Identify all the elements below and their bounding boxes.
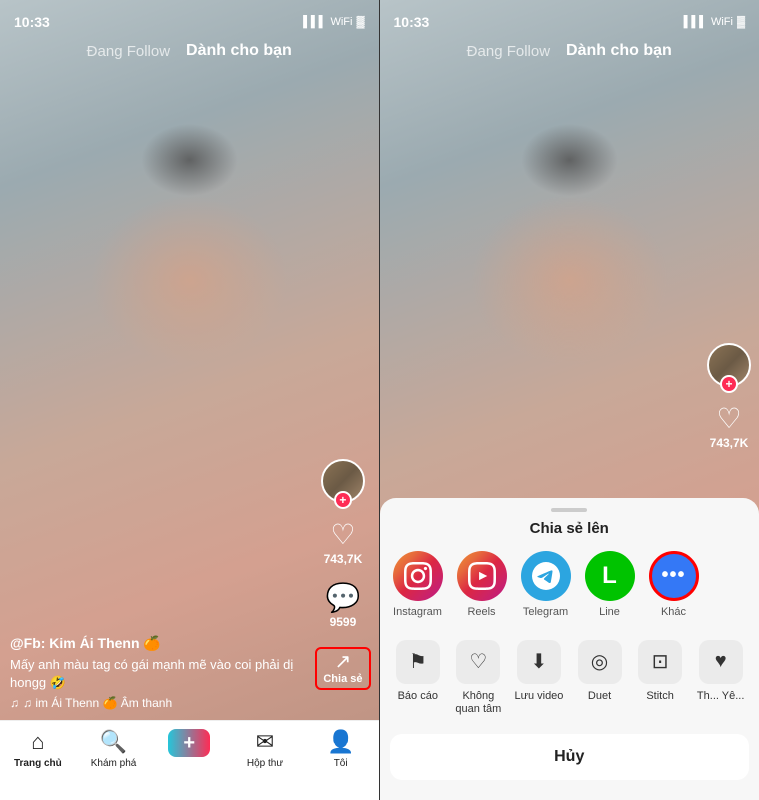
right-phone: 10:33 ▌▌▌ WiFi ▓ Đang Follow Dành cho bạ… <box>380 0 759 800</box>
report-icon: ⚑ <box>396 640 440 684</box>
telegram-icon <box>521 551 571 601</box>
status-bar-right: 10:33 ▌▌▌ WiFi ▓ <box>380 0 759 36</box>
follow-plus-badge: + <box>334 491 352 509</box>
like-button-right[interactable]: ♡ 743,7K <box>710 405 749 450</box>
share-app-instagram[interactable]: Instagram <box>390 551 446 618</box>
stitch-icon: ⊡ <box>638 640 682 684</box>
cancel-button[interactable]: Hủy <box>390 734 750 780</box>
save-icon: ⬇ <box>517 640 561 684</box>
line-icon: L <box>585 551 635 601</box>
inbox-label: Hộp thư <box>247 758 283 769</box>
action-not-interested[interactable]: ♡ Không quan tâm <box>448 632 509 724</box>
right-sidebar: + ♡ 743,7K 💬 9599 ↗ Chia sẻ <box>315 459 370 690</box>
instagram-icon <box>393 551 443 601</box>
favorite-icon: ♥ <box>699 640 743 684</box>
action-save[interactable]: ⬇ Lưu video <box>509 632 570 724</box>
status-time-right: 10:33 <box>394 14 430 30</box>
battery-icon-right: ▓ <box>737 16 745 28</box>
instagram-label: Instagram <box>393 606 442 618</box>
share-label: Chia sẻ <box>323 673 362 685</box>
like-button[interactable]: ♡ 743,7K <box>324 521 363 566</box>
not-interested-label: Không quan tâm <box>452 690 505 716</box>
nav-tab-profile[interactable]: 👤 Tôi <box>303 729 379 769</box>
share-app-khac[interactable]: ••• Khác <box>646 551 702 618</box>
status-icons: ▌▌▌ WiFi ▓ <box>303 16 364 28</box>
action-favorite[interactable]: ♥ Th... Yê... <box>690 632 751 724</box>
creator-avatar-wrap[interactable]: + <box>321 459 365 503</box>
line-label: Line <box>599 606 620 618</box>
nav-for-you-right[interactable]: Dành cho bạn <box>566 42 672 60</box>
telegram-label: Telegram <box>523 606 568 618</box>
share-app-reels[interactable]: Reels <box>454 551 510 618</box>
music-icon: ♫ <box>10 696 19 710</box>
sound-name[interactable]: ♫ im Ái Thenn 🍊 Âm thanh <box>23 696 172 710</box>
reels-label: Reels <box>467 606 495 618</box>
top-nav-right: Đang Follow Dành cho bạn <box>380 36 759 66</box>
save-label: Lưu video <box>514 690 563 703</box>
sheet-title: Chia sẻ lên <box>380 520 759 537</box>
caption: Mấy anh màu tag có gái mạnh mẽ vào coi p… <box>10 656 319 692</box>
nav-tab-explore[interactable]: 🔍 Khám phá <box>76 729 152 769</box>
sheet-actions: ⚑ Báo cáo ♡ Không quan tâm ⬇ Lưu video ◎… <box>380 632 759 724</box>
top-nav: Đang Follow Dành cho bạn <box>0 36 379 66</box>
explore-icon: 🔍 <box>100 729 127 755</box>
battery-icon: ▓ <box>356 16 364 28</box>
creator-avatar-wrap-right[interactable]: + <box>707 343 751 387</box>
like-count-right: 743,7K <box>710 436 749 450</box>
share-apps-row: Instagram Reels Telegram L Line <box>380 551 759 618</box>
left-phone: 10:33 ▌▌▌ WiFi ▓ Đang Follow Dành cho bạ… <box>0 0 380 800</box>
duet-icon: ◎ <box>578 640 622 684</box>
action-report[interactable]: ⚑ Báo cáo <box>388 632 449 724</box>
video-info: @Fb: Kim Ái Thenn 🍊 Mấy anh màu tag có g… <box>10 635 319 710</box>
report-label: Báo cáo <box>398 690 438 703</box>
explore-label: Khám phá <box>91 758 137 769</box>
right-sidebar-right: + ♡ 743,7K <box>707 343 751 450</box>
status-time: 10:33 <box>14 14 50 30</box>
comment-icon: 💬 <box>325 584 360 612</box>
sheet-handle <box>551 508 587 512</box>
nav-tab-inbox[interactable]: ✉ Hộp thư <box>227 729 303 769</box>
create-icon: + <box>168 729 210 757</box>
sound-row: ♫ ♫ im Ái Thenn 🍊 Âm thanh <box>10 696 319 710</box>
signal-icon-right: ▌▌▌ <box>684 16 707 28</box>
nav-tab-home[interactable]: ⌂ Trang chủ <box>0 729 76 769</box>
khac-icon: ••• <box>649 551 699 601</box>
share-sheet: Chia sẻ lên Instagram Reels Telegram <box>380 498 759 800</box>
nav-for-you[interactable]: Dành cho bạn <box>186 42 292 60</box>
duet-label: Duet <box>588 690 611 703</box>
action-duet[interactable]: ◎ Duet <box>569 632 630 724</box>
follow-plus-badge-right: + <box>720 375 738 393</box>
share-icon: ↗ <box>335 652 352 672</box>
profile-label: Tôi <box>334 758 348 769</box>
nav-tab-create[interactable]: + <box>151 729 227 757</box>
username: @Fb: Kim Ái Thenn 🍊 <box>10 635 319 652</box>
share-app-telegram[interactable]: Telegram <box>518 551 574 618</box>
bottom-nav: ⌂ Trang chủ 🔍 Khám phá + ✉ Hộp thư 👤 Tôi <box>0 720 379 800</box>
share-app-line[interactable]: L Line <box>582 551 638 618</box>
signal-icon: ▌▌▌ <box>303 16 326 28</box>
profile-icon: 👤 <box>327 729 354 755</box>
favorite-label: Th... Yê... <box>697 690 745 703</box>
nav-following-right[interactable]: Đang Follow <box>467 43 550 60</box>
like-count: 743,7K <box>324 552 363 566</box>
status-bar: 10:33 ▌▌▌ WiFi ▓ <box>0 0 379 36</box>
heart-icon-right: ♡ <box>716 405 741 433</box>
inbox-icon: ✉ <box>256 729 274 755</box>
reels-icon <box>457 551 507 601</box>
share-button[interactable]: ↗ Chia sẻ <box>315 647 370 690</box>
comment-button[interactable]: 💬 9599 <box>325 584 360 629</box>
action-stitch[interactable]: ⊡ Stitch <box>630 632 691 724</box>
wifi-icon-right: WiFi <box>711 16 733 28</box>
heart-icon: ♡ <box>330 521 355 549</box>
khac-label: Khác <box>661 606 686 618</box>
not-interested-icon: ♡ <box>456 640 500 684</box>
home-icon: ⌂ <box>31 729 44 755</box>
wifi-icon: WiFi <box>330 16 352 28</box>
nav-following[interactable]: Đang Follow <box>87 43 170 60</box>
stitch-label: Stitch <box>646 690 674 703</box>
status-icons-right: ▌▌▌ WiFi ▓ <box>684 16 745 28</box>
comment-count: 9599 <box>330 615 357 629</box>
home-label: Trang chủ <box>14 758 62 769</box>
